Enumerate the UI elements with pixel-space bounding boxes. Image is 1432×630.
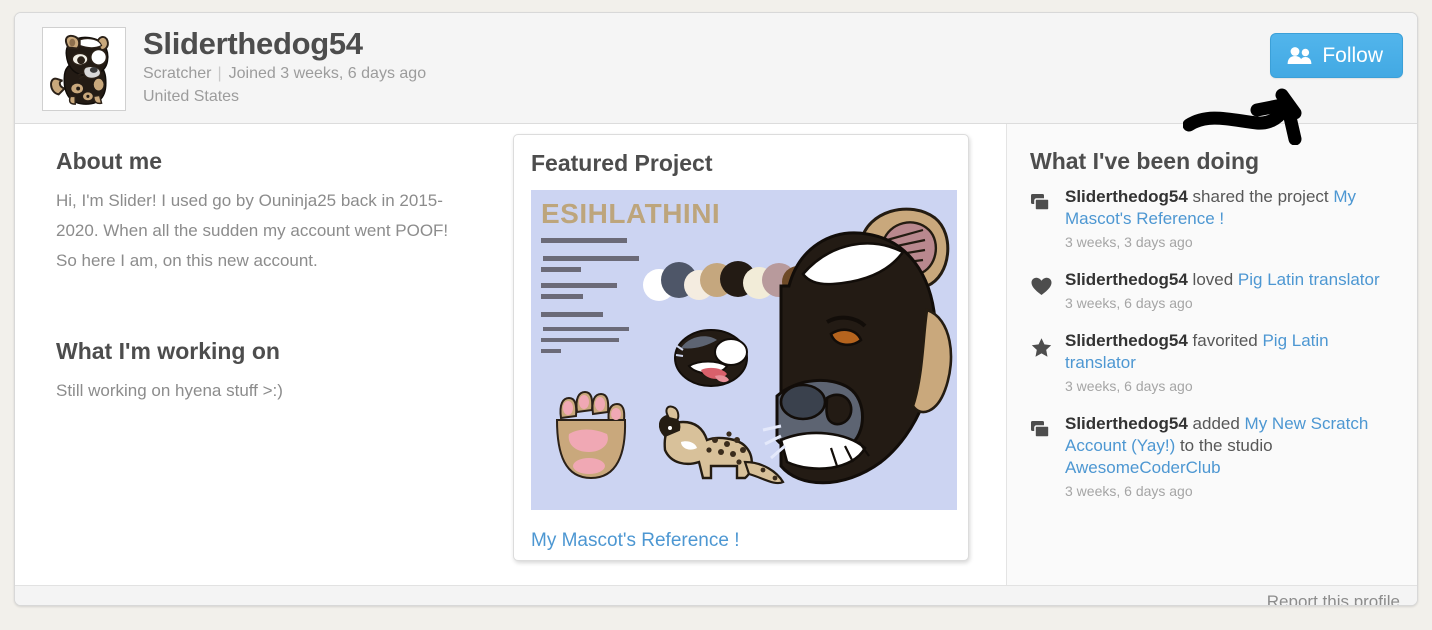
activity-user: Sliderthedog54: [1065, 187, 1188, 206]
activity-user: Sliderthedog54: [1065, 270, 1188, 289]
mascot-reference-artwork: ESIHLATHINI: [531, 190, 957, 510]
activity-tail: to the studio: [1175, 436, 1273, 455]
star-icon: [1030, 336, 1053, 359]
activity-user: Sliderthedog54: [1065, 331, 1188, 350]
activity-user: Sliderthedog54: [1065, 414, 1188, 433]
activity-timestamp: 3 weeks, 6 days ago: [1065, 295, 1193, 311]
card-footer: Report this profile: [15, 585, 1417, 605]
follow-button[interactable]: Follow: [1270, 33, 1403, 78]
activity-text: Sliderthedog54 favorited Pig Latin trans…: [1065, 330, 1399, 396]
activity-action: loved: [1187, 270, 1238, 289]
working-on-title: What I'm working on: [56, 338, 280, 364]
featured-project-link[interactable]: My Mascot's Reference !: [531, 530, 952, 552]
profile-header: Sliderthedog54 Scratcher | Joined 3 weeks,…: [15, 13, 1417, 145]
profile-meta: Scratcher | Joined 3 weeks, 6 days ago: [143, 63, 426, 85]
left-column: About me Hi, I'm Slider! I used go by Ou…: [15, 124, 507, 585]
page-background: Sliderthedog54 Scratcher | Joined 3 weeks,…: [0, 0, 1432, 630]
meta-separator: |: [217, 65, 222, 82]
project-stack-icon: [1030, 419, 1053, 442]
svg-text:ESIHLATHINI: ESIHLATHINI: [541, 198, 720, 229]
profile-joined: Joined 3 weeks, 6 days ago: [228, 65, 427, 82]
activity-timestamp: 3 weeks, 6 days ago: [1065, 378, 1193, 394]
featured-project-panel: Featured Project ESIHLATHINI My Mascot's…: [513, 134, 969, 561]
activity-studio-link[interactable]: AwesomeCoderClub: [1065, 458, 1221, 477]
list-item: Sliderthedog54 favorited Pig Latin trans…: [1030, 330, 1399, 396]
activity-timestamp: 3 weeks, 3 days ago: [1065, 234, 1193, 250]
profile-body: About me Hi, I'm Slider! I used go by Ou…: [15, 124, 1417, 585]
about-me-title: About me: [56, 148, 163, 174]
about-me-text: Hi, I'm Slider! I used go by Ouninja25 b…: [56, 191, 449, 270]
list-item: Sliderthedog54 shared the project My Mas…: [1030, 186, 1399, 252]
activity-text: Sliderthedog54 added My New Scratch Acco…: [1065, 413, 1399, 501]
working-on-text: Still working on hyena stuff >:): [56, 381, 283, 400]
follow-button-label: Follow: [1322, 43, 1383, 67]
identity-block: Sliderthedog54 Scratcher | Joined 3 weeks,…: [143, 25, 426, 108]
heart-icon: [1030, 275, 1053, 298]
featured-project-thumbnail[interactable]: ESIHLATHINI: [531, 190, 957, 510]
list-item: Sliderthedog54 loved Pig Latin translato…: [1030, 269, 1399, 313]
page-title: Sliderthedog54: [143, 26, 363, 61]
activity-timestamp: 3 weeks, 6 days ago: [1065, 483, 1193, 499]
activity-title: What I've been doing: [1030, 148, 1260, 174]
activity-text: Sliderthedog54 shared the project My Mas…: [1065, 186, 1399, 252]
report-profile-link[interactable]: Report this profile: [1267, 592, 1400, 605]
activity-action: favorited: [1187, 331, 1263, 350]
list-item: Sliderthedog54 added My New Scratch Acco…: [1030, 413, 1399, 501]
middle-column: Featured Project ESIHLATHINI My Mascot's…: [507, 124, 1006, 585]
activity-feed: Sliderthedog54 shared the project My Mas…: [1030, 186, 1399, 501]
right-column: What I've been doing Sliderthedog54 shar…: [1006, 124, 1417, 585]
activity-action: shared the project: [1187, 187, 1334, 206]
project-stack-icon: [1030, 192, 1053, 215]
two-people-icon: [1287, 47, 1312, 64]
activity-action: added: [1187, 414, 1245, 433]
avatar[interactable]: [42, 27, 126, 111]
profile-location: United States: [143, 88, 240, 105]
profile-role: Scratcher: [143, 65, 212, 82]
featured-project-title: Featured Project: [531, 150, 713, 176]
hyena-avatar-icon: [43, 28, 125, 110]
profile-card: Sliderthedog54 Scratcher | Joined 3 weeks,…: [14, 12, 1418, 606]
column-spacer: [56, 276, 471, 336]
activity-link[interactable]: Pig Latin translator: [1238, 270, 1380, 289]
activity-text: Sliderthedog54 loved Pig Latin translato…: [1065, 269, 1380, 313]
